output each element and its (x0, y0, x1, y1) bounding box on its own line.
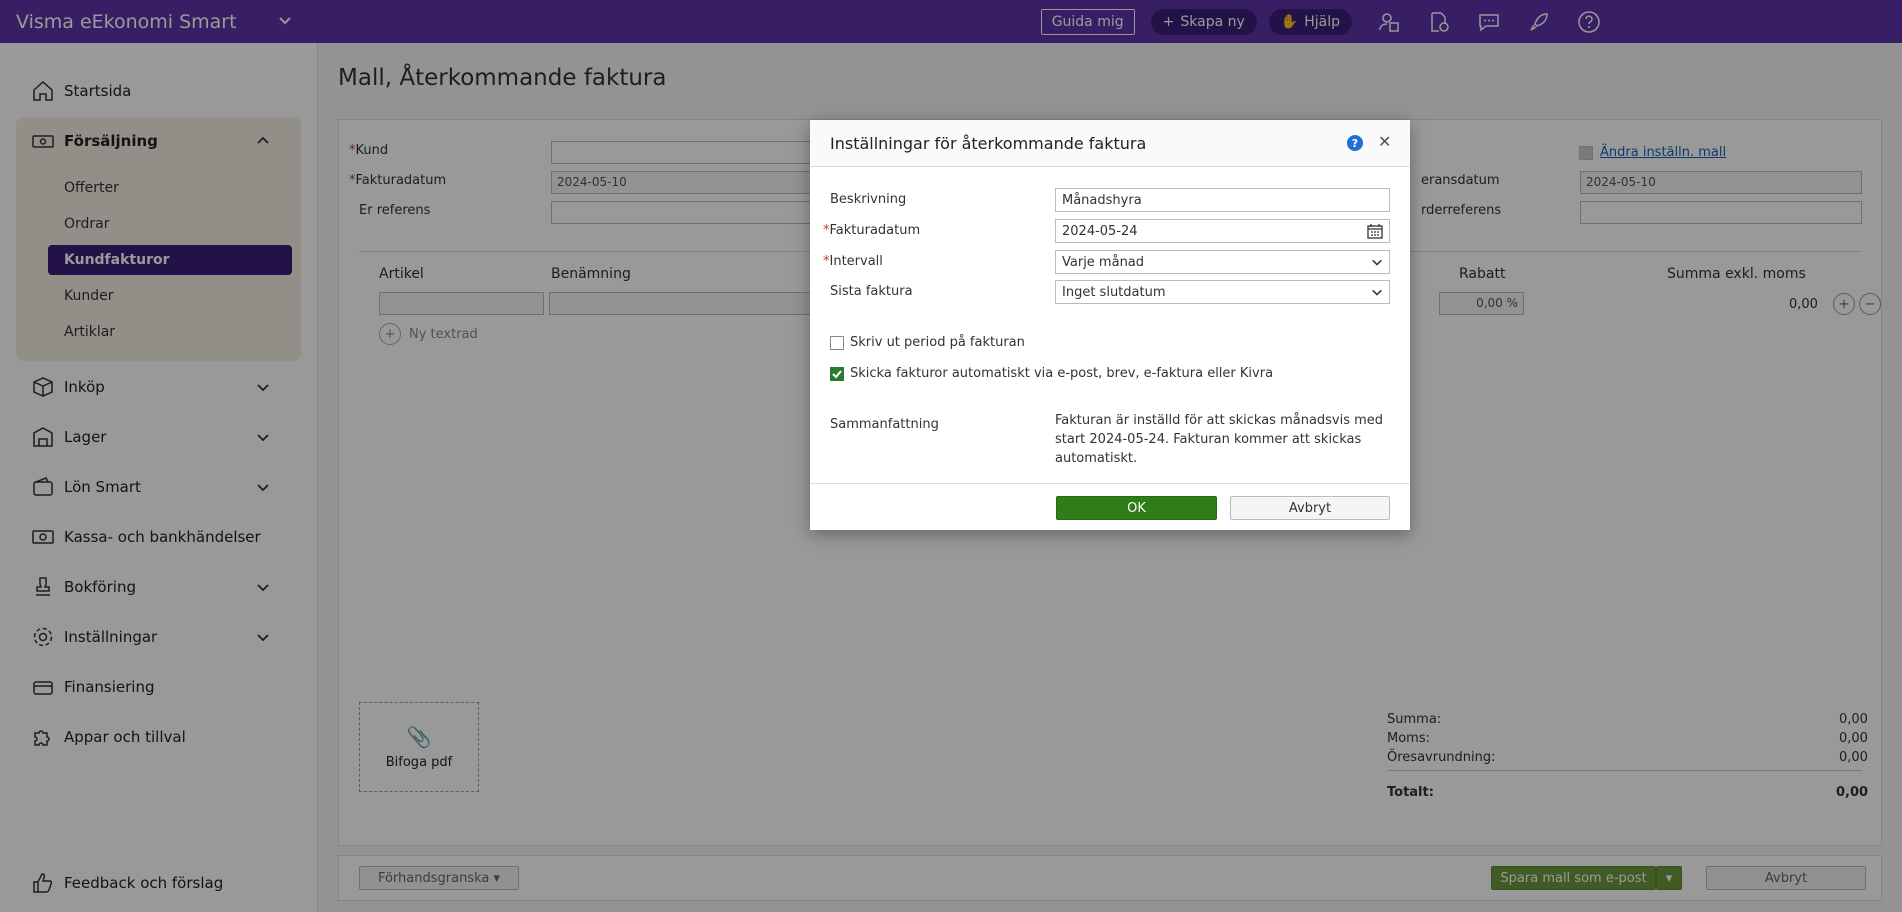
summary-label: Sammanfattning (830, 417, 939, 432)
help-icon[interactable]: ? (1347, 135, 1363, 151)
chevron-down-icon (1372, 289, 1382, 296)
cancel-button[interactable]: Avbryt (1230, 496, 1390, 520)
print-period-checkbox-row[interactable]: Skriv ut period på fakturan (830, 335, 1025, 350)
chevron-down-icon (1372, 259, 1382, 266)
fakturadatum-label: *Fakturadatum (823, 223, 921, 238)
fakturadatum-input[interactable]: 2024-05-24 (1055, 219, 1390, 243)
auto-send-checkbox-row[interactable]: Skicka fakturor automatiskt via e-post, … (830, 366, 1273, 381)
beskrivning-label: Beskrivning (830, 192, 907, 207)
print-period-checkbox[interactable] (830, 335, 844, 350)
beskrivning-input[interactable]: Månadshyra (1055, 188, 1390, 212)
ok-button[interactable]: OK (1056, 496, 1217, 520)
dialog-footer: OK Avbryt (810, 483, 1410, 530)
calendar-icon[interactable] (1367, 223, 1383, 239)
sista-faktura-select[interactable]: Inget slutdatum (1055, 280, 1390, 304)
recurring-invoice-dialog: Inställningar för återkommande faktura ?… (810, 120, 1410, 530)
dialog-title: Inställningar för återkommande faktura (830, 133, 1147, 153)
summary-text: Fakturan är inställd för att skickas mån… (1055, 413, 1384, 466)
close-icon[interactable]: ✕ (1378, 132, 1391, 151)
intervall-select[interactable]: Varje månad (1055, 250, 1390, 274)
intervall-label: *Intervall (823, 254, 883, 269)
sista-faktura-label: Sista faktura (830, 284, 913, 299)
auto-send-checkbox[interactable] (830, 366, 844, 381)
